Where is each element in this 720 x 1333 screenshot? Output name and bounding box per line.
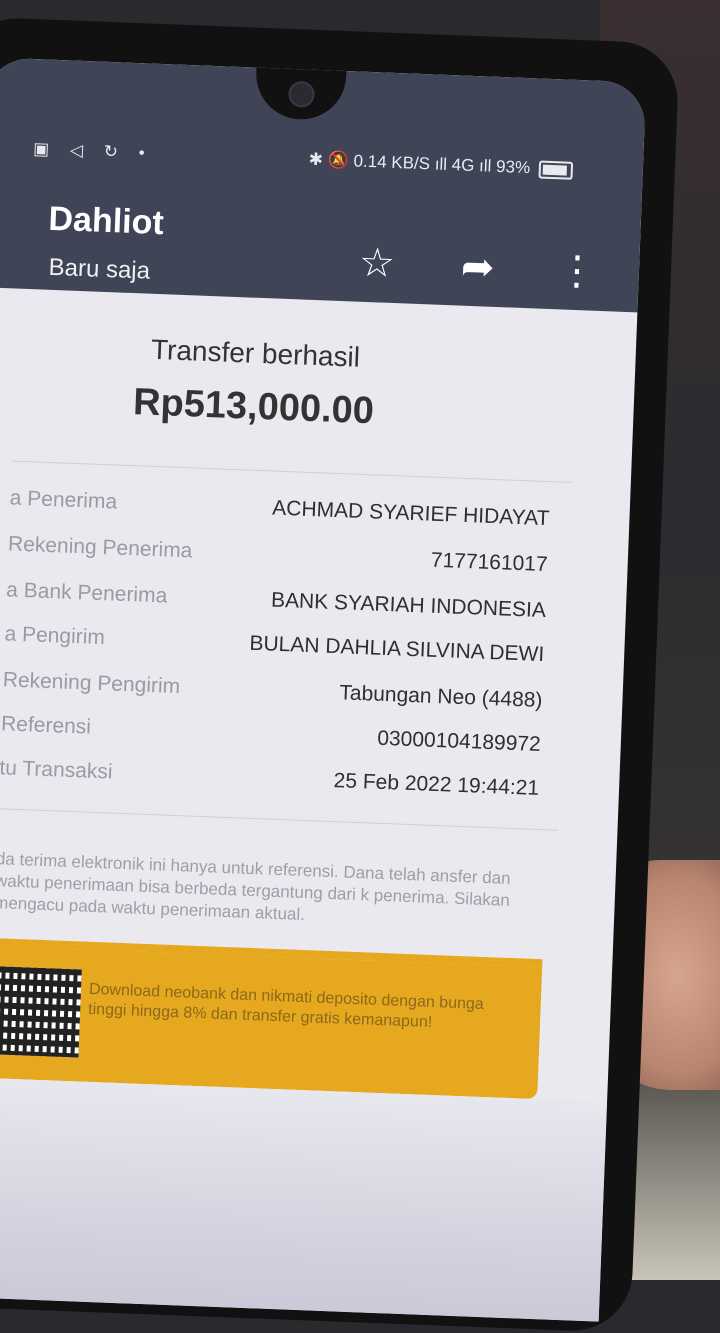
promo-text: Download neobank dan nikmati deposito de… xyxy=(87,980,485,1032)
row-value: BANK SYARIAH INDONESIA xyxy=(270,588,547,623)
promo-banner[interactable]: Download neobank dan nikmati deposito de… xyxy=(0,929,543,1100)
divider xyxy=(0,808,558,831)
page-title: Dahliot xyxy=(47,199,165,243)
row-label: a Bank Penerima xyxy=(5,578,168,608)
row-value: ACHMAD SYARIEF HIDAYAT xyxy=(271,496,550,531)
battery-icon xyxy=(538,160,574,180)
status-left-icons: ▣ ◁ ↻ • xyxy=(32,139,154,163)
qr-code xyxy=(0,966,82,1058)
transfer-status: Transfer berhasil xyxy=(150,333,361,373)
ticket-edge xyxy=(0,929,543,968)
more-icon[interactable]: ⋮ xyxy=(556,247,598,295)
status-right-text: ✱ 🔕 0.14 KB/S ıll 4G ıll 93% xyxy=(308,149,531,178)
row-label: Rekening Penerima xyxy=(7,532,193,563)
page-subtitle: Baru saja xyxy=(48,253,151,285)
row-value: 03000104189972 xyxy=(376,726,542,756)
row-label: Referensi xyxy=(0,712,92,739)
status-bar: ▣ ◁ ↻ • ✱ 🔕 0.14 KB/S ıll 4G ıll 93% xyxy=(0,137,643,192)
transfer-amount: Rp513,000.00 xyxy=(132,381,375,433)
row-label: a Pengirim xyxy=(4,622,106,650)
share-icon[interactable]: ➦ xyxy=(460,244,495,291)
receipt-note: da terima elektronik ini hanya untuk ref… xyxy=(0,849,511,925)
row-label: Rekening Pengirim xyxy=(2,668,181,699)
phone-frame: ▣ ◁ ↻ • ✱ 🔕 0.14 KB/S ıll 4G ıll 93% Dah… xyxy=(0,16,680,1333)
star-icon[interactable]: ☆ xyxy=(358,240,396,287)
row-value: BULAN DAHLIA SILVINA DEWI xyxy=(249,631,545,667)
row-label: a Penerima xyxy=(9,486,118,514)
divider xyxy=(11,460,571,483)
status-right-icons: ✱ 🔕 0.14 KB/S ıll 4G ıll 93% xyxy=(308,149,574,180)
phone-screen: ▣ ◁ ↻ • ✱ 🔕 0.14 KB/S ıll 4G ıll 93% Dah… xyxy=(0,57,647,1322)
row-label: tu Transaksi xyxy=(0,756,114,784)
row-value: 7177161017 xyxy=(430,548,549,577)
front-camera xyxy=(288,80,316,108)
screen-lower-area xyxy=(0,1076,608,1322)
row-value: Tabungan Neo (4488) xyxy=(338,681,543,713)
row-value: 25 Feb 2022 19:44:21 xyxy=(333,769,540,800)
